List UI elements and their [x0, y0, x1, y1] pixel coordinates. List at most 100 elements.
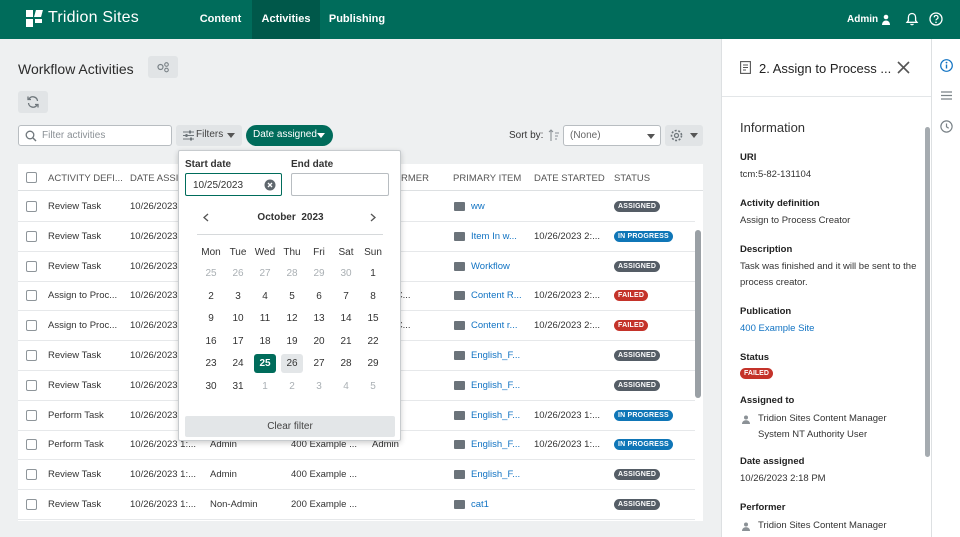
- calendar-day[interactable]: 3: [227, 287, 249, 306]
- cell-primary-item[interactable]: English_F...: [471, 410, 529, 421]
- calendar-day[interactable]: 5: [281, 287, 303, 306]
- select-all-checkbox[interactable]: [26, 172, 37, 183]
- col-status[interactable]: STATUS: [614, 173, 650, 184]
- calendar-day[interactable]: 26: [281, 354, 303, 373]
- calendar-day[interactable]: 25: [200, 264, 222, 283]
- calendar-day[interactable]: 12: [281, 309, 303, 328]
- calendar-day[interactable]: 30: [200, 377, 222, 396]
- calendar-day[interactable]: 1: [362, 264, 384, 283]
- calendar-day[interactable]: 20: [308, 332, 330, 351]
- calendar-day[interactable]: 13: [308, 309, 330, 328]
- table-row[interactable]: Review Task 10/26/2023 1:... Admin 400 Exam…: [18, 460, 695, 491]
- start-date-input[interactable]: 10/25/2023: [185, 173, 282, 196]
- calendar-day[interactable]: 22: [362, 332, 384, 351]
- column-settings-button[interactable]: [665, 125, 703, 146]
- tab-publishing[interactable]: Publishing: [321, 0, 393, 39]
- chevron-right-icon[interactable]: [370, 213, 376, 222]
- cell-primary-item[interactable]: English_F...: [471, 350, 529, 361]
- calendar-day[interactable]: 31: [227, 377, 249, 396]
- calendar-day[interactable]: 26: [227, 264, 249, 283]
- user-name[interactable]: Admin: [847, 14, 878, 25]
- calendar-day[interactable]: 25: [254, 354, 276, 373]
- calendar-day[interactable]: 28: [281, 264, 303, 283]
- date-assigned-filter-chip[interactable]: Date assigned: [246, 125, 333, 146]
- app-logo[interactable]: Tridion Sites: [26, 9, 139, 27]
- cell-primary-item[interactable]: Workflow: [471, 261, 529, 272]
- calendar-day[interactable]: 3: [308, 377, 330, 396]
- cell-primary-item[interactable]: English_F...: [471, 469, 529, 480]
- row-checkbox[interactable]: [26, 260, 37, 272]
- bell-icon[interactable]: [905, 12, 919, 26]
- calendar-day[interactable]: 8: [362, 287, 384, 306]
- calendar-day[interactable]: 29: [308, 264, 330, 283]
- calendar-day[interactable]: 23: [200, 354, 222, 373]
- table-row[interactable]: Review Task 10/26/2023 1:... Non-Admin 200 …: [18, 490, 695, 520]
- calendar-day[interactable]: 9: [200, 309, 222, 328]
- calendar-day[interactable]: 30: [335, 264, 357, 283]
- refresh-button[interactable]: [18, 91, 48, 113]
- tab-activities[interactable]: Activities: [252, 0, 320, 39]
- filters-button[interactable]: Filters: [176, 125, 242, 146]
- calendar-day[interactable]: 4: [335, 377, 357, 396]
- col-date-started[interactable]: DATE STARTED: [534, 173, 605, 184]
- calendar-day[interactable]: 5: [362, 377, 384, 396]
- clear-filter-button[interactable]: Clear filter: [185, 416, 395, 437]
- calendar-day[interactable]: 24: [227, 354, 249, 373]
- cell-primary-item[interactable]: Content R...: [471, 290, 529, 301]
- cell-primary-item[interactable]: Item In w...: [471, 231, 529, 242]
- calendar-day[interactable]: 2: [281, 377, 303, 396]
- col-performer[interactable]: RMER: [401, 173, 429, 184]
- row-checkbox[interactable]: [26, 469, 37, 481]
- help-icon[interactable]: [929, 12, 943, 26]
- close-icon[interactable]: [897, 61, 910, 74]
- table-scrollbar[interactable]: [695, 230, 701, 398]
- row-checkbox[interactable]: [26, 350, 37, 361]
- row-checkbox[interactable]: [26, 409, 37, 421]
- calendar-clear-icon[interactable]: [264, 179, 276, 191]
- cell-primary-item[interactable]: English_F...: [471, 380, 529, 391]
- calendar-day[interactable]: 21: [335, 332, 357, 351]
- sort-select[interactable]: (None): [563, 125, 661, 146]
- calendar-day[interactable]: 1: [254, 377, 276, 396]
- field-value[interactable]: 400 Example Site: [740, 321, 920, 337]
- calendar-day[interactable]: 27: [308, 354, 330, 373]
- end-date-input[interactable]: [291, 173, 389, 196]
- cell-primary-item[interactable]: ww: [471, 201, 529, 212]
- calendar-day[interactable]: 7: [335, 287, 357, 306]
- calendar-day[interactable]: 17: [227, 332, 249, 351]
- calendar-day[interactable]: 11: [254, 309, 276, 328]
- calendar-day[interactable]: 19: [281, 332, 303, 351]
- sort-icon[interactable]: [548, 129, 560, 142]
- calendar-day[interactable]: 4: [254, 287, 276, 306]
- calendar-day[interactable]: 2: [200, 287, 222, 306]
- panel-scrollbar[interactable]: [925, 127, 930, 457]
- user-icon[interactable]: [881, 14, 891, 25]
- cell-primary-item[interactable]: Content r...: [471, 320, 529, 331]
- calendar-day[interactable]: 10: [227, 309, 249, 328]
- tab-content[interactable]: Content: [190, 0, 251, 39]
- row-checkbox[interactable]: [26, 499, 37, 510]
- row-checkbox[interactable]: [26, 230, 37, 242]
- calendar-day[interactable]: 27: [254, 264, 276, 283]
- row-checkbox[interactable]: [26, 379, 37, 391]
- workflow-settings-button[interactable]: [148, 56, 178, 78]
- calendar-day[interactable]: 18: [254, 332, 276, 351]
- cell-primary-item[interactable]: English_F...: [471, 439, 529, 450]
- info-icon[interactable]: [940, 59, 953, 72]
- calendar-day[interactable]: 6: [308, 287, 330, 306]
- col-primary-item[interactable]: PRIMARY ITEM: [453, 173, 521, 184]
- calendar-day[interactable]: 29: [362, 354, 384, 373]
- history-icon[interactable]: [940, 120, 953, 133]
- row-checkbox[interactable]: [26, 439, 37, 451]
- list-icon[interactable]: [940, 89, 953, 102]
- cell-primary-item[interactable]: cat1: [471, 499, 529, 510]
- calendar-day[interactable]: 28: [335, 354, 357, 373]
- calendar-day[interactable]: 14: [335, 309, 357, 328]
- calendar-day[interactable]: 15: [362, 309, 384, 328]
- row-checkbox[interactable]: [26, 201, 37, 212]
- search-input[interactable]: Filter activities: [18, 125, 172, 146]
- row-checkbox[interactable]: [26, 320, 37, 332]
- col-activity-definition[interactable]: ACTIVITY DEFI...: [48, 173, 123, 184]
- row-checkbox[interactable]: [26, 290, 37, 302]
- calendar-day[interactable]: 16: [200, 332, 222, 351]
